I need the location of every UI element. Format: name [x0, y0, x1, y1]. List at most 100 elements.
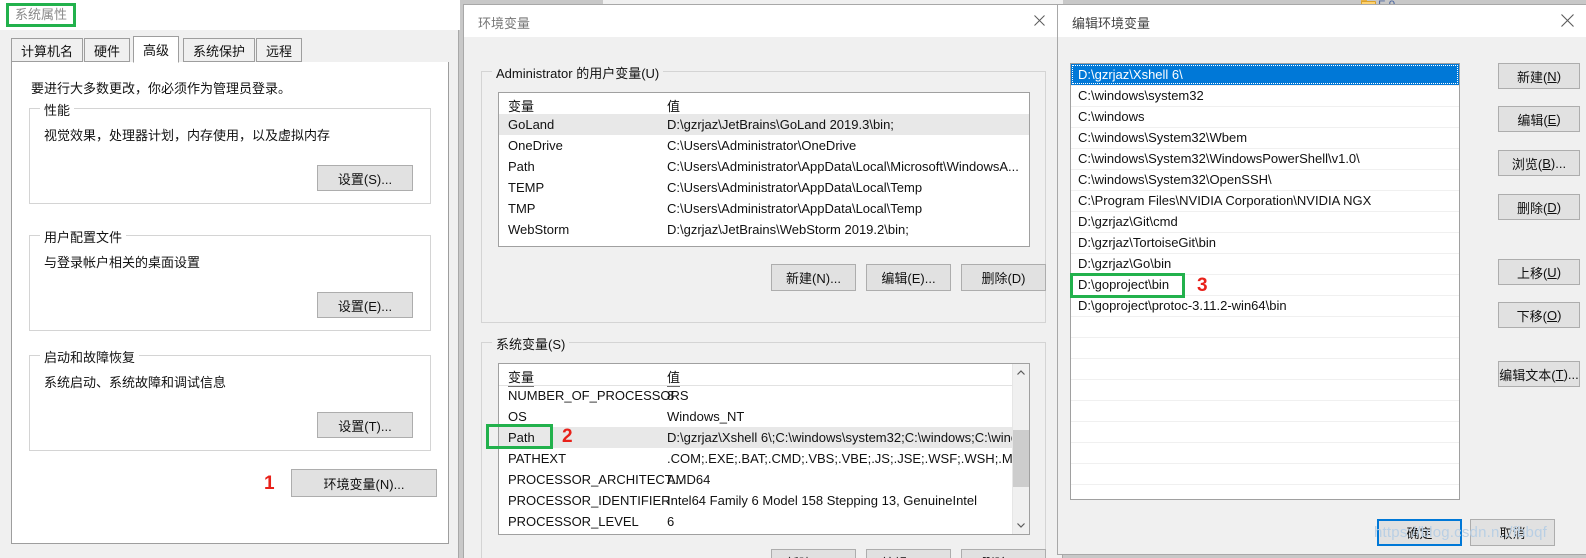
performance-settings-button[interactable]: 设置(S)...: [317, 165, 413, 191]
table-row[interactable]: NUMBER_OF_PROCESSORS 8: [499, 385, 1029, 406]
user-profiles-group: 用户配置文件 与登录帐户相关的桌面设置 设置(E)...: [29, 227, 431, 331]
user-delete-button[interactable]: 删除(D): [961, 264, 1046, 291]
list-item[interactable]: [1071, 379, 1459, 401]
environment-variables-dialog: 环境变量 Administrator 的用户变量(U) 变量 值 GoLand D…: [463, 4, 1063, 558]
environment-variables-title: 环境变量: [478, 16, 531, 31]
variable-value: C:\Users\Administrator\AppData\Local\Tem…: [667, 180, 923, 195]
list-item[interactable]: [1071, 316, 1459, 338]
table-row[interactable]: Path C:\Users\Administrator\AppData\Local…: [499, 156, 1029, 177]
environment-variables-button[interactable]: 环境变量(N)...: [291, 469, 437, 497]
tab-hardware[interactable]: 硬件: [84, 38, 131, 62]
close-icon[interactable]: [1016, 5, 1062, 36]
annotation-2: 2: [562, 426, 573, 447]
path-entry: C:\windows\system32: [1078, 88, 1204, 103]
browse-path-button[interactable]: 浏览(B)...: [1498, 150, 1580, 176]
table-row[interactable]: TMP C:\Users\Administrator\AppData\Local\…: [499, 198, 1029, 219]
table-row[interactable]: GoLand D:\gzrjaz\JetBrains\GoLand 2019.3\…: [499, 114, 1029, 135]
scroll-up-icon[interactable]: [1013, 364, 1029, 381]
edit-text-mnemonic: T: [1555, 366, 1564, 382]
table-row[interactable]: PROCESSOR_ARCHITECT... AMD64: [499, 469, 1029, 490]
table-row[interactable]: PATHEXT .COM;.EXE;.BAT;.CMD;.VBS;.VBE;.JS…: [499, 448, 1029, 469]
system-properties-tabpanel: 要进行大多数更改，你必须作为管理员登录。 性能 视觉效果，处理器计划，内存使用，…: [11, 62, 449, 544]
user-profiles-settings-button[interactable]: 设置(E)...: [317, 292, 413, 318]
system-variables-group: 系统变量(S) 变量 值 NUMBER_OF_PROCESSORS 8 OS Win…: [481, 334, 1046, 558]
variable-name: PROCESSOR_IDENTIFIER: [508, 493, 671, 508]
path-entry: D:\gzrjaz\Go\bin: [1078, 256, 1172, 271]
list-item[interactable]: D:\gzrjaz\TortoiseGit\bin: [1071, 232, 1459, 254]
list-item[interactable]: D:\gzrjaz\Go\bin: [1071, 253, 1459, 275]
variable-value: .COM;.EXE;.BAT;.CMD;.VBS;.VBE;.JS;.JSE;.…: [667, 451, 1030, 466]
scroll-down-icon[interactable]: [1013, 517, 1029, 534]
delete-label-pre: 删除(: [1516, 200, 1548, 216]
table-row[interactable]: PROCESSOR_LEVEL 6: [499, 511, 1029, 532]
system-new-button[interactable]: 新建(N)...: [771, 549, 856, 558]
table-row[interactable]: WebStorm D:\gzrjaz\JetBrains\WebStorm 201…: [499, 219, 1029, 240]
system-delete-button[interactable]: 删除(D): [961, 549, 1046, 558]
system-edit-button[interactable]: 编辑(E)...: [866, 549, 951, 558]
list-item[interactable]: D:\goproject\bin: [1071, 274, 1459, 296]
tab-remote[interactable]: 远程: [256, 38, 303, 62]
variable-name: NUMBER_OF_PROCESSORS: [508, 388, 689, 403]
system-variables-col-name: 变量: [508, 367, 535, 387]
list-item[interactable]: C:\Program Files\NVIDIA Corporation\NVID…: [1071, 190, 1459, 212]
startup-recovery-settings-button[interactable]: 设置(T)...: [317, 412, 413, 438]
path-entry: D:\gzrjaz\Xshell 6\: [1078, 67, 1183, 82]
variable-value: 6: [667, 514, 675, 529]
move-down-label-pre: 下移(: [1516, 308, 1547, 324]
close-icon[interactable]: [1544, 5, 1586, 36]
user-variables-group: Administrator 的用户变量(U) 变量 值 GoLand D:\gzr…: [481, 63, 1046, 323]
list-item[interactable]: C:\windows: [1071, 106, 1459, 128]
table-row[interactable]: Path D:\gzrjaz\Xshell 6\;C:\windows\syste…: [499, 427, 1029, 448]
edit-text-label-pre: 编辑文本(: [1499, 367, 1556, 383]
system-variables-listview[interactable]: 变量 值 NUMBER_OF_PROCESSORS 8 OS Windows_NT …: [498, 363, 1030, 535]
list-item[interactable]: [1071, 463, 1459, 485]
list-item[interactable]: [1071, 337, 1459, 359]
table-row[interactable]: OS Windows_NT: [499, 406, 1029, 427]
edit-path-label-post: ): [1556, 111, 1561, 127]
table-row[interactable]: OneDrive C:\Users\Administrator\OneDrive: [499, 135, 1029, 156]
tab-advanced[interactable]: 高级: [133, 36, 180, 63]
annotation-3: 3: [1197, 275, 1208, 296]
variable-value: AMD64: [667, 472, 711, 487]
list-item[interactable]: D:\goproject\protoc-3.11.2-win64\bin: [1071, 295, 1459, 317]
list-item[interactable]: C:\windows\System32\WindowsPowerShell\v1…: [1071, 148, 1459, 170]
user-variables-col-name: 变量: [508, 96, 535, 116]
admin-notice-text: 要进行大多数更改，你必须作为管理员登录。: [31, 81, 292, 96]
system-variables-group-legend: 系统变量(S): [492, 334, 570, 353]
system-variables-scrollbar[interactable]: [1012, 364, 1029, 534]
move-up-label-post: ): [1556, 264, 1562, 280]
list-item[interactable]: [1071, 400, 1459, 422]
move-up-button[interactable]: 上移(U): [1498, 259, 1580, 285]
delete-path-button[interactable]: 删除(D): [1498, 194, 1580, 220]
variable-name: TMP: [508, 201, 536, 216]
tab-computer-name[interactable]: 计算机名: [11, 38, 84, 62]
edit-path-button[interactable]: 编辑(E): [1498, 106, 1580, 132]
variable-name: GoLand: [508, 117, 555, 132]
list-item[interactable]: [1071, 421, 1459, 443]
list-item[interactable]: [1071, 442, 1459, 464]
new-path-label-pre: 新建(: [1516, 69, 1548, 85]
move-up-label-pre: 上移(: [1516, 265, 1548, 281]
user-profiles-group-legend: 用户配置文件: [40, 227, 127, 246]
new-path-button[interactable]: 新建(N): [1498, 63, 1580, 89]
move-down-button[interactable]: 下移(O): [1498, 302, 1580, 328]
annotation-1: 1: [264, 473, 275, 494]
user-variables-listview[interactable]: 变量 值 GoLand D:\gzrjaz\JetBrains\GoLand 20…: [498, 92, 1030, 247]
path-entries-listbox[interactable]: D:\gzrjaz\Xshell 6\ C:\windows\system32 …: [1070, 63, 1460, 500]
scrollbar-thumb[interactable]: [1013, 430, 1029, 487]
user-edit-button[interactable]: 编辑(E)...: [866, 264, 951, 291]
table-row[interactable]: PROCESSOR_IDENTIFIER Intel64 Family 6 Mod…: [499, 490, 1029, 511]
edit-text-button[interactable]: 编辑文本(T)...: [1498, 361, 1580, 387]
list-item[interactable]: [1071, 358, 1459, 380]
new-path-mnemonic: N: [1547, 68, 1557, 84]
list-item[interactable]: C:\windows\System32\OpenSSH\: [1071, 169, 1459, 191]
list-item[interactable]: C:\windows\system32: [1071, 85, 1459, 107]
list-item[interactable]: D:\gzrjaz\Xshell 6\: [1071, 64, 1459, 86]
system-variables-col-value: 值: [667, 367, 681, 387]
list-item[interactable]: D:\gzrjaz\Git\cmd: [1071, 211, 1459, 233]
path-entry: D:\goproject\bin: [1078, 277, 1170, 292]
table-row[interactable]: TEMP C:\Users\Administrator\AppData\Local…: [499, 177, 1029, 198]
list-item[interactable]: C:\windows\System32\Wbem: [1071, 127, 1459, 149]
tab-system-protection[interactable]: 系统保护: [183, 38, 256, 62]
user-new-button[interactable]: 新建(N)...: [771, 264, 856, 291]
